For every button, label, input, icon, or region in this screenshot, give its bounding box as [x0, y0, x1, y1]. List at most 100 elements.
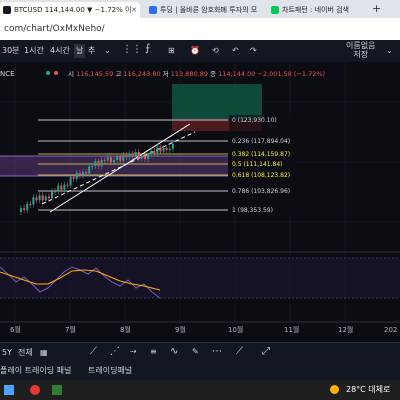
tooding-favicon-icon	[149, 6, 157, 14]
candle-body	[131, 153, 134, 157]
candle-body	[66, 184, 69, 186]
indicator-icon[interactable]: ⨍	[145, 42, 150, 56]
replay-icon[interactable]: ⟲	[212, 44, 219, 58]
calendar-icon[interactable]: ▦	[40, 346, 48, 360]
trendline-tool-icon[interactable]: ⟋	[90, 345, 97, 359]
replay-trading-panel-tab[interactable]: 플레이 트레이딩 패널	[0, 364, 71, 378]
candle-body	[63, 184, 66, 190]
candle-body	[85, 171, 88, 174]
candle-body	[23, 208, 26, 210]
naver-favicon-icon	[271, 6, 279, 14]
candle-body	[134, 152, 137, 157]
layout-name[interactable]: 이름없음 저장	[346, 41, 375, 59]
layout-name-label: 이름없음	[346, 41, 376, 50]
fib-label-0382: 0.382 (114,159.87)	[232, 151, 290, 158]
candle-body	[44, 196, 47, 201]
candle-body	[57, 185, 60, 192]
excel-icon[interactable]	[52, 385, 62, 395]
time-tick: 7월	[65, 325, 76, 334]
undo-icon[interactable]: ↶	[232, 44, 239, 58]
close-tab-icon[interactable]: ✕	[131, 2, 137, 18]
candle-body	[168, 148, 171, 150]
url-text[interactable]: com/chart/OxMxNeho/	[4, 22, 105, 36]
candle-type-icon[interactable]: ⋮⋮	[122, 43, 142, 57]
chart-toolbar: 30분 1시간 4시간 날 추 ⌄ ⋮⋮ ⨍ ⊞ ⏰ ⟲ ↶ ↷ 이름없음 저장…	[0, 40, 400, 63]
dropdown-chevron-icon[interactable]: ⌄	[386, 44, 393, 58]
range-all-button[interactable]: 전체	[18, 346, 33, 360]
candle-body	[125, 155, 128, 157]
browser-tab-tradingview[interactable]: BTCUSD 114,144.00 ▼ −1.72% 이 ✕	[0, 2, 140, 18]
brush-tool-icon[interactable]: ✎	[192, 345, 199, 359]
path-tool-icon[interactable]: ⟋	[236, 345, 243, 359]
candle-body	[165, 148, 168, 150]
chart-pane[interactable]: NCE 시 116,145.59 고 116,243.80 저 113,880.…	[0, 62, 400, 342]
time-tick: 9월	[175, 325, 186, 334]
candle-body	[60, 185, 63, 190]
interval-day-button[interactable]: 날	[74, 44, 86, 58]
address-bar[interactable]: com/chart/OxMxNeho/	[0, 18, 400, 41]
fib-tool-icon[interactable]: ≡	[150, 345, 157, 359]
candle-body	[88, 166, 91, 174]
candle-body	[51, 191, 53, 199]
interval-30m-button[interactable]: 30분	[2, 44, 20, 58]
weather-text[interactable]: 28°C 대체로	[346, 384, 390, 395]
position-target-zone[interactable]	[172, 84, 262, 119]
candle-body	[140, 156, 143, 159]
candle-body	[72, 177, 75, 179]
time-tick: 11월	[284, 325, 299, 334]
candle-body	[128, 153, 131, 157]
layout-save-label: 저장	[353, 50, 369, 59]
chevron-down-icon[interactable]: ⌄	[104, 44, 111, 58]
candle-body	[150, 151, 153, 155]
browser-tab-tooding[interactable]: 투딩 | 올바른 암호화폐 투자의 모	[146, 2, 264, 18]
candle-body	[113, 160, 115, 163]
candle-body	[156, 147, 159, 153]
tab-title: BTCUSD 114,144.00 ▼ −1.72% 이	[14, 6, 132, 14]
range-5y-button[interactable]: 5Y	[2, 346, 12, 360]
candle-body	[103, 160, 106, 161]
candle-body	[94, 161, 97, 166]
windows-start-icon[interactable]	[4, 385, 14, 395]
browser-tab-naver[interactable]: 차트패턴 : 네이버 검색	[268, 2, 368, 18]
price-chart-svg[interactable]: NCE 시 116,145.59 고 116,243.80 저 113,880.…	[0, 62, 400, 342]
candle-body	[26, 203, 29, 210]
candle-body	[35, 197, 38, 201]
candle-body	[97, 161, 100, 166]
interval-4h-button[interactable]: 4시간	[50, 44, 70, 58]
candle-body	[32, 197, 35, 205]
candle-body	[144, 156, 146, 160]
candle-body	[78, 172, 81, 176]
candle-body	[153, 151, 156, 153]
wave-tool-icon[interactable]: ∿	[170, 345, 178, 359]
candle-body	[29, 203, 32, 205]
fib-label-0618: 0.618 (108,123.82)	[232, 172, 290, 179]
weather-sun-icon	[330, 385, 339, 394]
trading-panel-tab[interactable]: 트레이딩패널	[88, 364, 132, 378]
candle-body	[116, 156, 119, 160]
measure-tool-icon[interactable]: ⤢	[262, 345, 270, 359]
trading-panel-bar: 플레이 트레이딩 패널 트레이딩패널	[0, 362, 400, 380]
candle-body	[41, 195, 44, 201]
candle-body	[38, 195, 41, 201]
interval-1h-button[interactable]: 1시간	[24, 44, 44, 58]
time-tick: 6월	[10, 325, 21, 334]
candle-body	[91, 165, 94, 167]
fib-label-05: 0.5 (111,141.84)	[232, 161, 282, 168]
layout-grid-icon[interactable]: ⊞	[168, 44, 175, 58]
pattern-tool-icon[interactable]: ⋯	[212, 345, 222, 359]
candle-body	[47, 196, 50, 199]
pitchfork-tool-icon[interactable]: ⋰	[110, 345, 120, 359]
candle-body	[100, 160, 103, 166]
os-taskbar: 28°C 대체로	[0, 380, 400, 400]
add-dropdown-icon[interactable]: 추	[88, 44, 95, 58]
candle-body	[147, 154, 150, 160]
time-tick: 202	[384, 326, 397, 334]
alert-icon[interactable]: ⏰	[190, 44, 200, 58]
candle-body	[109, 157, 112, 163]
new-tab-button[interactable]: +	[372, 2, 381, 16]
chrome-icon[interactable]	[30, 385, 40, 395]
hline-tool-icon[interactable]: ⇢	[130, 345, 137, 359]
redo-icon[interactable]: ↷	[250, 44, 257, 58]
status-dot-icon	[54, 71, 58, 75]
tab-title: 차트패턴 : 네이버 검색	[282, 6, 349, 14]
